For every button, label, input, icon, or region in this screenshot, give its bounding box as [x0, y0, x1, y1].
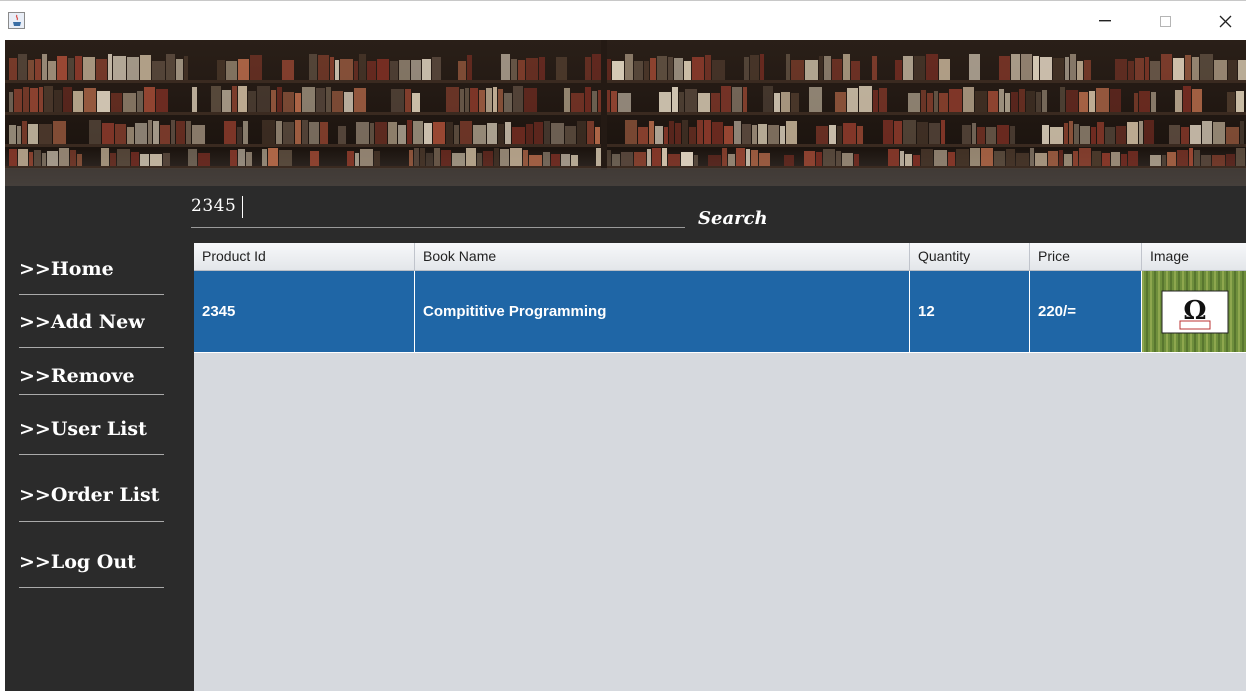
nav-divider — [19, 347, 164, 348]
title-bar — [0, 0, 1246, 41]
close-icon[interactable] — [1202, 1, 1246, 41]
table-row[interactable]: 2345 Compititive Programming 12 220/= Ω — [194, 271, 1246, 353]
table-header: Product Id Book Name Quantity Price Imag… — [194, 243, 1246, 271]
search-input-underline — [191, 227, 685, 228]
nav-divider — [19, 521, 164, 522]
main-frame: 2345 Search >>Home >>Add New >>Remove >>… — [5, 40, 1246, 691]
minimize-icon[interactable] — [1082, 1, 1128, 41]
column-header-image[interactable]: Image — [1142, 243, 1246, 270]
column-header-price[interactable]: Price — [1030, 243, 1142, 270]
search-input[interactable]: 2345 — [191, 196, 236, 216]
column-header-quantity[interactable]: Quantity — [910, 243, 1030, 270]
nav-add-new[interactable]: >>Add New — [19, 311, 164, 333]
cell-book-name[interactable]: Compititive Programming — [415, 271, 910, 352]
column-header-product-id[interactable]: Product Id — [194, 243, 415, 270]
product-table[interactable]: Product Id Book Name Quantity Price Imag… — [194, 243, 1246, 691]
nav-user-list[interactable]: >>User List — [19, 418, 164, 440]
nav-order-list[interactable]: >>Order List — [19, 484, 164, 506]
nav-order-list-label: >>Order List — [19, 484, 160, 506]
nav-home-label: >>Home — [19, 258, 114, 280]
maximize-icon[interactable] — [1142, 1, 1188, 41]
search-button[interactable]: Search — [698, 208, 768, 229]
nav-add-new-label: >>Add New — [19, 311, 145, 333]
column-header-book-name[interactable]: Book Name — [415, 243, 910, 270]
nav-home[interactable]: >>Home — [19, 258, 164, 280]
nav-log-out[interactable]: >>Log Out — [19, 551, 164, 573]
nav-divider — [19, 294, 164, 295]
nav-remove-label: >>Remove — [19, 365, 135, 387]
nav-log-out-label: >>Log Out — [19, 551, 136, 573]
nav-user-list-label: >>User List — [19, 418, 147, 440]
nav-divider — [19, 587, 164, 588]
cell-price[interactable]: 220/= — [1030, 271, 1142, 352]
nav-divider — [19, 394, 164, 395]
nav-remove[interactable]: >>Remove — [19, 365, 164, 387]
cell-quantity[interactable]: 12 — [910, 271, 1030, 352]
nav-divider — [19, 454, 164, 455]
cell-product-id[interactable]: 2345 — [194, 271, 415, 352]
text-caret — [242, 196, 243, 218]
book-cover-thumbnail[interactable]: Ω — [1142, 271, 1246, 352]
library-banner-image — [5, 40, 1246, 186]
java-app-icon[interactable] — [8, 12, 25, 29]
